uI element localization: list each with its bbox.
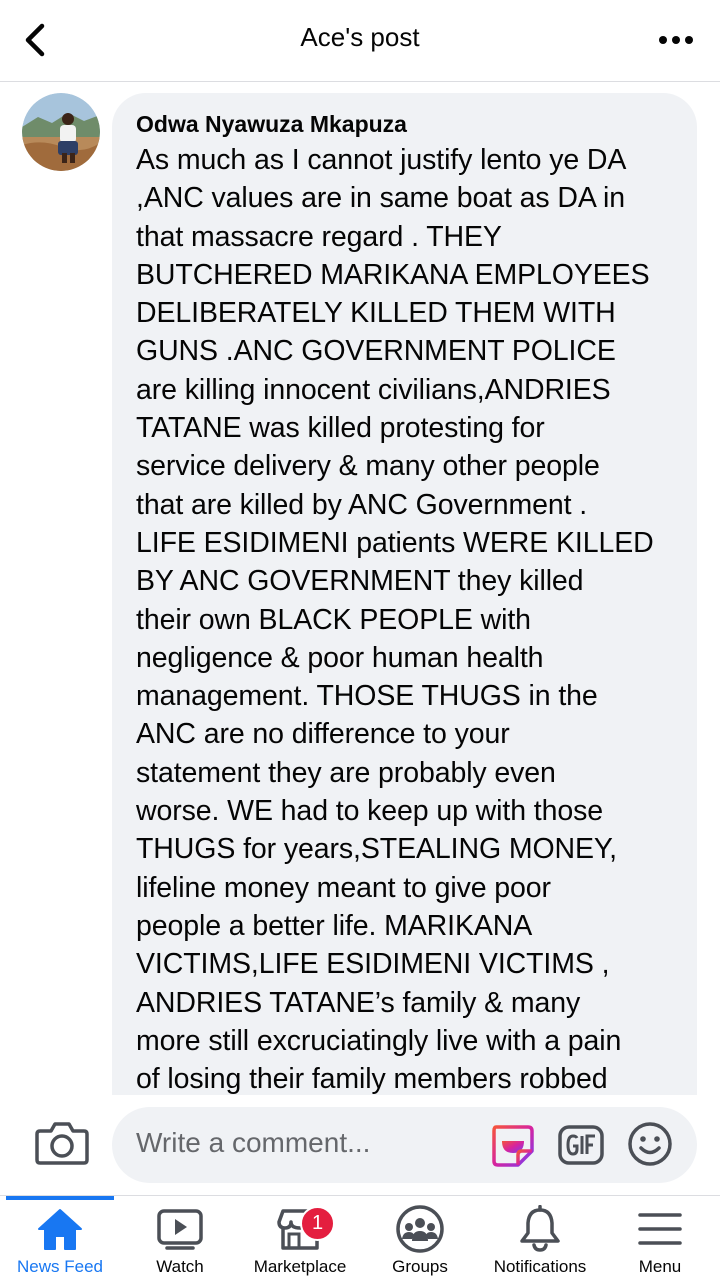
tab-label: Groups [392,1257,448,1276]
more-options-button[interactable] [654,24,698,56]
bottom-tab-bar: News Feed Watch Marketplace 1 Groups Not… [0,1195,720,1280]
more-dots-icon [659,36,693,44]
comment-composer: Write a comment... [0,1095,720,1195]
camera-icon [35,1122,89,1165]
tab-label: Menu [638,1257,682,1276]
tab-groups[interactable]: Groups [360,1196,480,1280]
hamburger-menu-icon [638,1213,682,1245]
comment-text: As much as I cannot justify lento ye DA … [136,144,654,1095]
smiley-icon [628,1122,672,1166]
home-icon [38,1209,82,1250]
comment-bubble: Odwa Nyawuza Mkapuza As much as I cannot… [112,93,697,1095]
emoji-button[interactable] [627,1121,673,1167]
gif-button[interactable] [557,1123,605,1167]
sticker-icon [492,1125,534,1167]
tab-label: Notifications [493,1257,587,1276]
watch-icon [157,1209,203,1250]
tab-label: News Feed [17,1257,103,1276]
notification-badge: 1 [300,1206,335,1241]
comment-placeholder: Write a comment... [136,1127,371,1158]
tab-marketplace[interactable]: Marketplace [240,1196,360,1280]
comment-author[interactable]: Odwa Nyawuza Mkapuza [136,109,679,139]
comment-thread: Odwa Nyawuza Mkapuza As much as I cannot… [0,83,720,1095]
tab-label: Marketplace [253,1257,347,1276]
profile-photo-icon [22,93,100,171]
tab-watch[interactable]: Watch [120,1196,240,1280]
tab-menu[interactable]: Menu [600,1196,720,1280]
top-bar: Ace's post [0,0,720,82]
back-button[interactable] [20,20,68,60]
tab-notifications[interactable]: Notifications [480,1196,600,1280]
gif-icon [558,1125,604,1165]
chevron-left-icon [25,23,45,57]
tab-news-feed[interactable]: News Feed [0,1196,120,1280]
comment-input[interactable]: Write a comment... [112,1107,697,1183]
sticker-button[interactable] [488,1121,536,1169]
bell-icon [520,1205,560,1252]
tab-label: Watch [156,1257,204,1276]
page-title: Ace's post [300,22,420,52]
camera-button[interactable] [34,1119,90,1167]
avatar[interactable] [22,93,100,171]
groups-icon [396,1205,444,1253]
active-tab-indicator [6,1196,114,1200]
